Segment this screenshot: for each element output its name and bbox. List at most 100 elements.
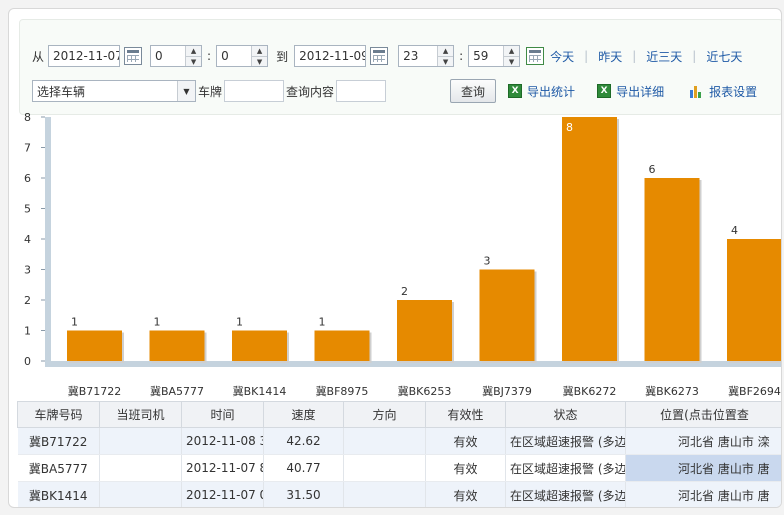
cell-location[interactable]: 河北省 唐山市 唐: [625, 454, 781, 482]
to-label: 到: [276, 49, 289, 64]
export-detail-label: 导出详细: [616, 84, 665, 99]
bar-chart: 0 1 2 3 4 5 6 7 8 1 冀B71722 1 冀BA5777 1 冀BK1414 1 冀BF897…: [24, 111, 781, 398]
query-button[interactable]: 查询: [450, 79, 497, 103]
col-direction-header[interactable]: 方向: [343, 401, 426, 428]
to-calendar-icon[interactable]: [370, 47, 389, 65]
col-time-header[interactable]: 时间: [181, 401, 264, 428]
x-category-label: 冀BF8975: [316, 384, 369, 398]
from-minute-spinner[interactable]: 0 ▲ ▼: [216, 45, 269, 67]
excel-icon: X: [508, 84, 523, 98]
divider: |: [584, 49, 589, 63]
to-hour-spinner[interactable]: 23 ▲ ▼: [398, 45, 455, 67]
bar-value-label: 3: [484, 255, 491, 268]
spin-up-icon[interactable]: ▲: [438, 46, 453, 56]
bar-value-label: 1: [154, 316, 161, 329]
cell-speed: 40.77: [263, 454, 344, 482]
export-stats-link[interactable]: X 导出统计: [508, 83, 575, 100]
cell-time: 2012-11-07 0: [181, 481, 264, 507]
today-calendar-icon: [526, 47, 545, 65]
from-hour-value: 0: [155, 49, 163, 63]
bar: [562, 117, 617, 361]
bar-value-label: 6: [649, 163, 656, 176]
col-plate-header[interactable]: 车牌号码: [17, 401, 100, 428]
cell-validity: 有效: [425, 454, 506, 482]
y-tick-label: 2: [24, 294, 31, 307]
spin-up-icon[interactable]: ▲: [186, 46, 201, 56]
query-content-input[interactable]: [336, 80, 387, 102]
spin-up-icon[interactable]: ▲: [504, 46, 519, 56]
to-minute-spinner[interactable]: 59 ▲ ▼: [468, 45, 521, 67]
to-date-input[interactable]: 2012-11-09: [294, 45, 367, 67]
cell-time: 2012-11-08 3: [181, 427, 264, 455]
table-row[interactable]: 冀B71722 2012-11-08 3 42.62 有效 在区域超速报警 (多…: [17, 427, 781, 455]
cell-status: 在区域超速报警 (多边: [505, 427, 626, 455]
cell-validity: 有效: [425, 481, 506, 507]
from-date-input[interactable]: 2012-11-07: [48, 45, 121, 67]
y-tick-label: 7: [24, 142, 31, 155]
col-driver-header[interactable]: 当班司机: [99, 401, 182, 428]
cell-location[interactable]: 河北省 唐山市 滦: [625, 427, 781, 455]
col-status-header[interactable]: 状态: [505, 401, 626, 428]
table-header-row: 车牌号码 当班司机 时间 速度 方向 有效性 状态 位置(点击位置查: [17, 401, 781, 428]
col-location-header[interactable]: 位置(点击位置查: [625, 401, 781, 428]
detail-table: 车牌号码 当班司机 时间 速度 方向 有效性 状态 位置(点击位置查 冀B717…: [17, 401, 781, 507]
y-tick-label: 8: [24, 111, 31, 124]
export-detail-link[interactable]: X 导出详细: [597, 83, 664, 100]
cell-speed: 31.50: [263, 481, 344, 507]
spin-down-icon[interactable]: ▼: [438, 56, 454, 67]
bar-value-label: 4: [731, 224, 738, 237]
bar-value-label: 2: [401, 285, 408, 298]
from-hour-spinner[interactable]: 0 ▲ ▼: [150, 45, 203, 67]
col-validity-header[interactable]: 有效性: [425, 401, 506, 428]
y-axis-band: [45, 117, 51, 367]
plate-input[interactable]: [224, 80, 285, 102]
quick-today-link[interactable]: 今天: [550, 48, 574, 65]
quick-three-days-link[interactable]: 近三天: [646, 48, 682, 65]
time-colon: :: [459, 49, 464, 63]
to-minute-value: 59: [473, 49, 489, 63]
x-category-label: 冀BJ7379: [482, 384, 532, 398]
table-row[interactable]: 冀BK1414 2012-11-07 0 31.50 有效 在区域超速报警 (多…: [17, 481, 781, 507]
y-tick-label: 5: [24, 203, 31, 216]
col-speed-header[interactable]: 速度: [263, 401, 344, 428]
bar: [314, 330, 370, 361]
query-content-label: 查询内容: [286, 84, 335, 99]
quick-yesterday-link[interactable]: 昨天: [598, 48, 622, 65]
bar: [727, 239, 781, 361]
spin-down-icon[interactable]: ▼: [252, 56, 268, 67]
filter-toolbar: 从 2012-11-07 0 ▲ ▼ : 0 ▲ ▼ 到 2012-11-09 23…: [19, 19, 781, 115]
vehicle-alarm-chart: 0 1 2 3 4 5 6 7 8 1 冀B71722 1 冀BA5777 1 冀BK1414 1 冀BF897…: [9, 109, 781, 404]
quick-seven-days-link[interactable]: 近七天: [706, 48, 742, 65]
y-tick-label: 0: [24, 355, 31, 368]
from-calendar-icon[interactable]: [124, 47, 143, 65]
bar: [232, 330, 287, 361]
cell-speed: 42.62: [263, 427, 344, 455]
bar-value-label: 8: [566, 121, 573, 134]
cell-plate: 冀BK1414: [17, 481, 100, 507]
cell-driver: [99, 427, 182, 455]
time-colon: :: [207, 49, 212, 63]
bar-value-label: 1: [236, 316, 243, 329]
cell-time: 2012-11-07 8: [181, 454, 264, 482]
cell-direction: [343, 454, 426, 482]
bar: [479, 269, 535, 361]
chevron-down-icon[interactable]: ▼: [177, 81, 195, 101]
y-tick-label: 4: [24, 233, 31, 246]
to-hour-value: 23: [403, 49, 419, 63]
plate-label: 车牌: [198, 84, 223, 99]
report-settings-link[interactable]: 报表设置: [690, 83, 757, 100]
x-category-label: 冀BK6253: [398, 384, 452, 398]
x-category-label: 冀B71722: [68, 384, 122, 398]
from-minute-value: 0: [221, 49, 229, 63]
report-panel: 从 2012-11-07 0 ▲ ▼ : 0 ▲ ▼ 到 2012-11-09 23…: [8, 8, 782, 508]
x-category-label: 冀BA5777: [150, 384, 204, 398]
spin-up-icon[interactable]: ▲: [252, 46, 267, 56]
cell-location[interactable]: 河北省 唐山市 唐: [625, 481, 781, 507]
x-category-label: 冀BK1414: [233, 384, 287, 398]
cell-driver: [99, 454, 182, 482]
vehicle-select[interactable]: 选择车辆 ▼: [32, 80, 196, 102]
spin-down-icon[interactable]: ▼: [504, 56, 520, 67]
cell-validity: 有效: [425, 427, 506, 455]
spin-down-icon[interactable]: ▼: [186, 56, 202, 67]
table-row[interactable]: 冀BA5777 2012-11-07 8 40.77 有效 在区域超速报警 (多…: [17, 454, 781, 482]
